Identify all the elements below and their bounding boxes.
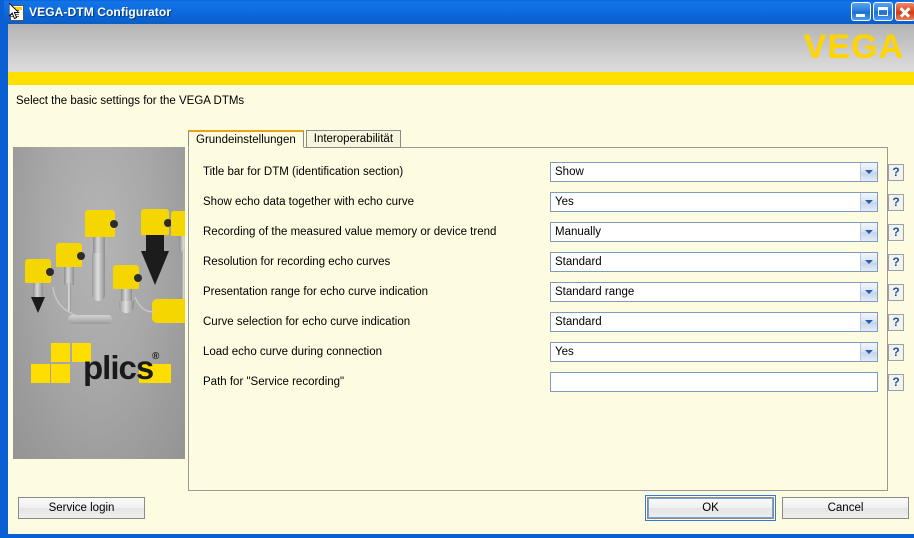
setting-label: Title bar for DTM (identification sectio… xyxy=(203,166,404,178)
help-icon[interactable]: ? xyxy=(888,253,904,271)
select-value: Show xyxy=(555,166,584,178)
setting-label: Show echo data together with echo curve xyxy=(203,196,414,208)
plics-logo-text: plics xyxy=(83,349,154,386)
cancel-button[interactable]: Cancel xyxy=(782,497,909,519)
service-login-button[interactable]: Service login xyxy=(18,497,145,519)
tab-interoperabilitaet[interactable]: Interoperabilität xyxy=(305,130,402,148)
header-banner: VEGA xyxy=(8,24,914,72)
tab-label: Grundeinstellungen xyxy=(196,133,296,146)
settings-form: Title bar for DTM (identification sectio… xyxy=(188,157,914,397)
minimize-button[interactable] xyxy=(851,2,871,21)
help-icon[interactable]: ? xyxy=(888,193,904,211)
setting-label: Load echo curve during connection xyxy=(203,346,383,358)
setting-row: Show echo data together with echo curve … xyxy=(188,187,914,217)
yellow-divider-band xyxy=(8,72,914,85)
select-value: Yes xyxy=(555,346,574,358)
help-icon[interactable]: ? xyxy=(888,283,904,301)
curve-selection-select[interactable]: Standard xyxy=(550,312,878,332)
setting-row: Path for "Service recording" ? xyxy=(188,367,914,397)
ok-button[interactable]: OK xyxy=(645,495,776,521)
setting-row: Load echo curve during connection Yes ? xyxy=(188,337,914,367)
minimize-icon xyxy=(856,14,865,17)
chevron-down-icon[interactable] xyxy=(860,193,877,211)
registered-trademark-icon: ® xyxy=(152,351,160,362)
chevron-down-icon[interactable] xyxy=(860,223,877,241)
setting-label: Curve selection for echo curve indicatio… xyxy=(203,316,411,328)
setting-row: Curve selection for echo curve indicatio… xyxy=(188,307,914,337)
select-value: Standard xyxy=(555,256,602,268)
recording-mode-select[interactable]: Manually xyxy=(550,222,878,242)
help-icon[interactable]: ? xyxy=(888,313,904,331)
resolution-select[interactable]: Standard xyxy=(550,252,878,272)
close-button[interactable] xyxy=(895,2,914,21)
help-icon[interactable]: ? xyxy=(888,223,904,241)
setting-row: Presentation range for echo curve indica… xyxy=(188,277,914,307)
vega-logo: VEGA xyxy=(803,28,904,66)
chevron-down-icon[interactable] xyxy=(860,343,877,361)
tab-grundeinstellungen[interactable]: Grundeinstellungen xyxy=(188,130,304,148)
caption-button-group xyxy=(851,2,914,21)
chevron-down-icon[interactable] xyxy=(860,253,877,271)
select-value: Standard range xyxy=(555,286,635,298)
presentation-range-select[interactable]: Standard range xyxy=(550,282,878,302)
help-icon[interactable]: ? xyxy=(888,343,904,361)
service-recording-path-input[interactable] xyxy=(550,372,878,392)
chevron-down-icon[interactable] xyxy=(860,313,877,331)
title-bar[interactable]: VEGA-DTM Configurator xyxy=(4,0,914,24)
window-title: VEGA-DTM Configurator xyxy=(29,5,172,19)
application-window: VEGA-DTM Configurator VEGA Select the ba… xyxy=(0,0,914,538)
tab-label: Interoperabilität xyxy=(313,133,394,145)
title-bar-for-dtm-select[interactable]: Show xyxy=(550,162,878,182)
setting-label: Presentation range for echo curve indica… xyxy=(203,286,429,298)
show-echo-data-select[interactable]: Yes xyxy=(550,192,878,212)
setting-row: Recording of the measured value memory o… xyxy=(188,217,914,247)
plics-logo: plics ® xyxy=(31,343,171,391)
help-icon[interactable]: ? xyxy=(888,163,904,181)
select-value: Manually xyxy=(555,226,602,238)
content-area: Select the basic settings for the VEGA D… xyxy=(8,85,914,534)
tab-strip: Grundeinstellungen Interoperabilität xyxy=(188,130,888,148)
chevron-down-icon[interactable] xyxy=(860,283,877,301)
select-value: Yes xyxy=(555,196,574,208)
product-image-panel: plics ® xyxy=(13,147,185,459)
setting-label: Resolution for recording echo curves xyxy=(203,256,391,268)
setting-label: Recording of the measured value memory o… xyxy=(203,226,497,238)
help-icon[interactable]: ? xyxy=(888,373,904,391)
app-document-icon xyxy=(8,3,24,21)
instruction-text: Select the basic settings for the VEGA D… xyxy=(16,95,245,107)
load-echo-curve-select[interactable]: Yes xyxy=(550,342,878,362)
setting-row: Title bar for DTM (identification sectio… xyxy=(188,157,914,187)
setting-row: Resolution for recording echo curves Sta… xyxy=(188,247,914,277)
maximize-button[interactable] xyxy=(873,2,893,21)
chevron-down-icon[interactable] xyxy=(860,163,877,181)
select-value: Standard xyxy=(555,316,602,328)
setting-label: Path for "Service recording" xyxy=(203,376,345,388)
maximize-icon xyxy=(878,7,888,16)
